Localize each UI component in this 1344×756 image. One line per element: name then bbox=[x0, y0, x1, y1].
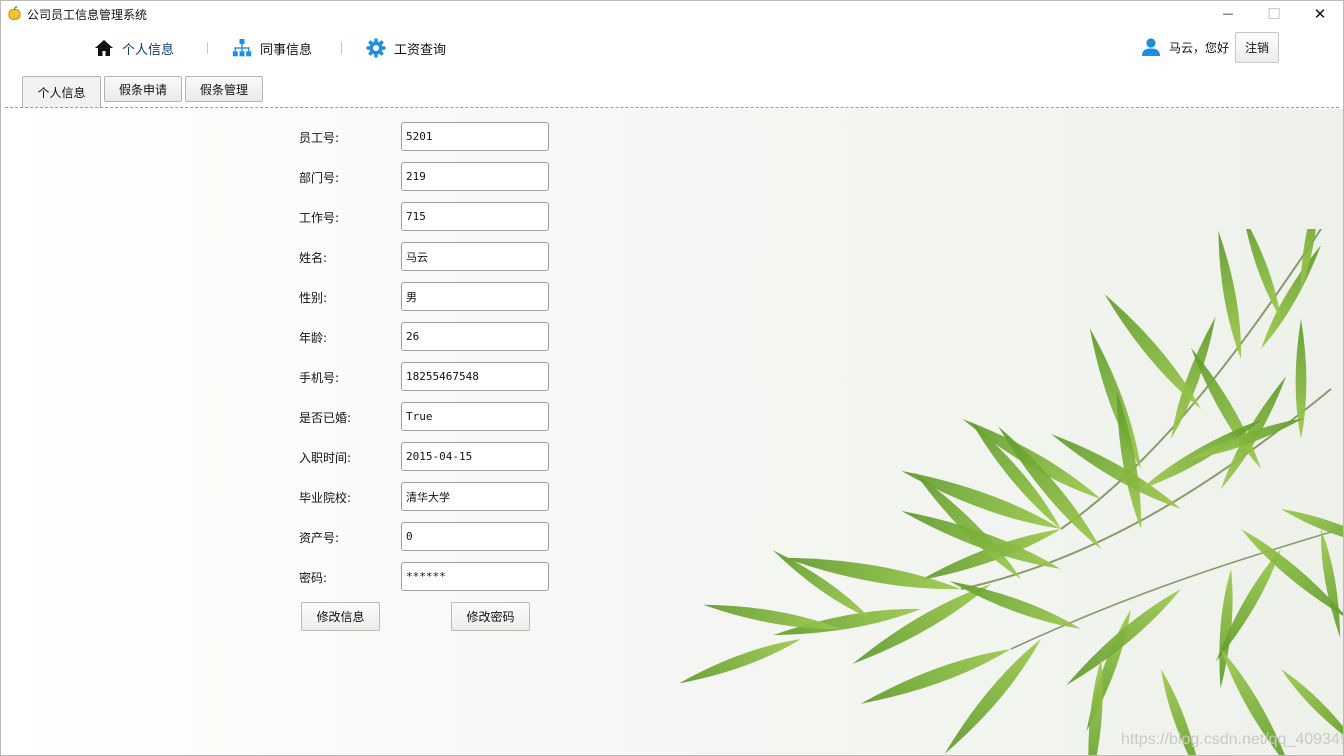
tab-leave-request[interactable]: 假条申请 bbox=[104, 76, 182, 102]
logout-button[interactable]: 注销 bbox=[1235, 31, 1280, 63]
hire-date-input[interactable] bbox=[401, 442, 549, 471]
phone-label: 手机号: bbox=[299, 371, 340, 385]
minimize-button[interactable]: — bbox=[1205, 1, 1251, 26]
close-button[interactable]: ✕ bbox=[1297, 1, 1343, 26]
title-bar: 公司员工信息管理系统 — ☐ ✕ bbox=[1, 1, 1343, 26]
password-input[interactable] bbox=[401, 562, 549, 591]
phone-input[interactable] bbox=[401, 362, 549, 391]
gender-input[interactable] bbox=[401, 282, 549, 311]
minimize-icon: — bbox=[1222, 7, 1234, 20]
edit-info-button[interactable]: 修改信息 bbox=[301, 602, 380, 631]
nav-item-salary-query[interactable]: 工资查询 bbox=[366, 36, 446, 60]
school-input[interactable] bbox=[401, 482, 549, 511]
bamboo-leaf bbox=[678, 639, 801, 684]
maximize-icon: ☐ bbox=[1267, 4, 1281, 23]
nav-item-colleague-info[interactable]: 同事信息 bbox=[232, 36, 312, 60]
window-title: 公司员工信息管理系统 bbox=[27, 8, 148, 22]
tab-leave-management[interactable]: 假条管理 bbox=[185, 76, 263, 102]
tab-personal-info[interactable]: 个人信息 bbox=[22, 76, 101, 108]
name-input[interactable] bbox=[401, 242, 549, 271]
password-label: 密码: bbox=[299, 571, 328, 585]
bamboo-leaf bbox=[1243, 229, 1281, 319]
department-id-input[interactable] bbox=[401, 162, 549, 191]
age-label: 年龄: bbox=[299, 331, 328, 345]
bamboo-background-image bbox=[678, 229, 1343, 755]
gender-label: 性别: bbox=[299, 291, 328, 305]
job-id-input[interactable] bbox=[401, 202, 549, 231]
name-label: 姓名: bbox=[299, 251, 328, 265]
user-greeting: 马云，您好 bbox=[1169, 40, 1230, 55]
nav-label: 个人信息 bbox=[122, 42, 175, 58]
bamboo-leaf bbox=[1281, 509, 1343, 551]
bamboo-leaf bbox=[1218, 230, 1242, 359]
app-window: 公司员工信息管理系统 — ☐ ✕ 个人信息 同事信息 工资查询 马云，您好 注销… bbox=[0, 0, 1344, 756]
bamboo-leaf bbox=[772, 550, 871, 619]
app-logo-icon bbox=[8, 6, 21, 20]
nav-divider bbox=[341, 42, 342, 54]
bamboo-stem bbox=[1010, 528, 1342, 650]
nav-label: 同事信息 bbox=[260, 42, 313, 58]
tab-divider bbox=[5, 107, 1339, 108]
user-avatar-icon bbox=[1142, 38, 1160, 56]
bamboo-leaf bbox=[1261, 245, 1321, 349]
employee-id-input[interactable] bbox=[401, 122, 549, 151]
home-icon bbox=[95, 40, 113, 56]
bamboo-leaf bbox=[1089, 328, 1141, 469]
asset-id-label: 资产号: bbox=[299, 531, 340, 545]
married-input[interactable] bbox=[401, 402, 549, 431]
school-label: 毕业院校: bbox=[299, 491, 352, 505]
age-input[interactable] bbox=[401, 322, 549, 351]
org-chart-icon bbox=[232, 39, 252, 57]
nav-item-personal-info[interactable]: 个人信息 bbox=[94, 36, 174, 60]
edit-password-button[interactable]: 修改密码 bbox=[451, 602, 530, 631]
job-id-label: 工作号: bbox=[299, 211, 340, 225]
sub-tab-bar: 个人信息 假条申请 假条管理 bbox=[1, 71, 1343, 108]
user-area: 马云，您好 注销 bbox=[1141, 31, 1280, 63]
gear-icon bbox=[366, 38, 386, 58]
asset-id-input[interactable] bbox=[401, 522, 549, 551]
nav-divider bbox=[207, 42, 208, 54]
bamboo-leaf bbox=[1320, 529, 1341, 638]
employee-id-label: 员工号: bbox=[299, 131, 340, 145]
nav-label: 工资查询 bbox=[394, 42, 447, 58]
watermark-text: https://blog.csdn.net/qq_40934990 bbox=[1121, 731, 1343, 748]
bamboo-leaf bbox=[1066, 589, 1181, 686]
main-nav: 个人信息 同事信息 工资查询 马云，您好 注销 bbox=[1, 26, 1343, 71]
close-icon: ✕ bbox=[1313, 4, 1327, 23]
married-label: 是否已婚: bbox=[299, 411, 352, 425]
content-area: 员工号: 部门号: 工作号: 姓名: 性别: 年龄: 手机号: 是否已婚: bbox=[1, 109, 1343, 755]
maximize-button[interactable]: ☐ bbox=[1251, 1, 1297, 26]
hire-date-label: 入职时间: bbox=[299, 451, 352, 465]
department-id-label: 部门号: bbox=[299, 171, 340, 185]
